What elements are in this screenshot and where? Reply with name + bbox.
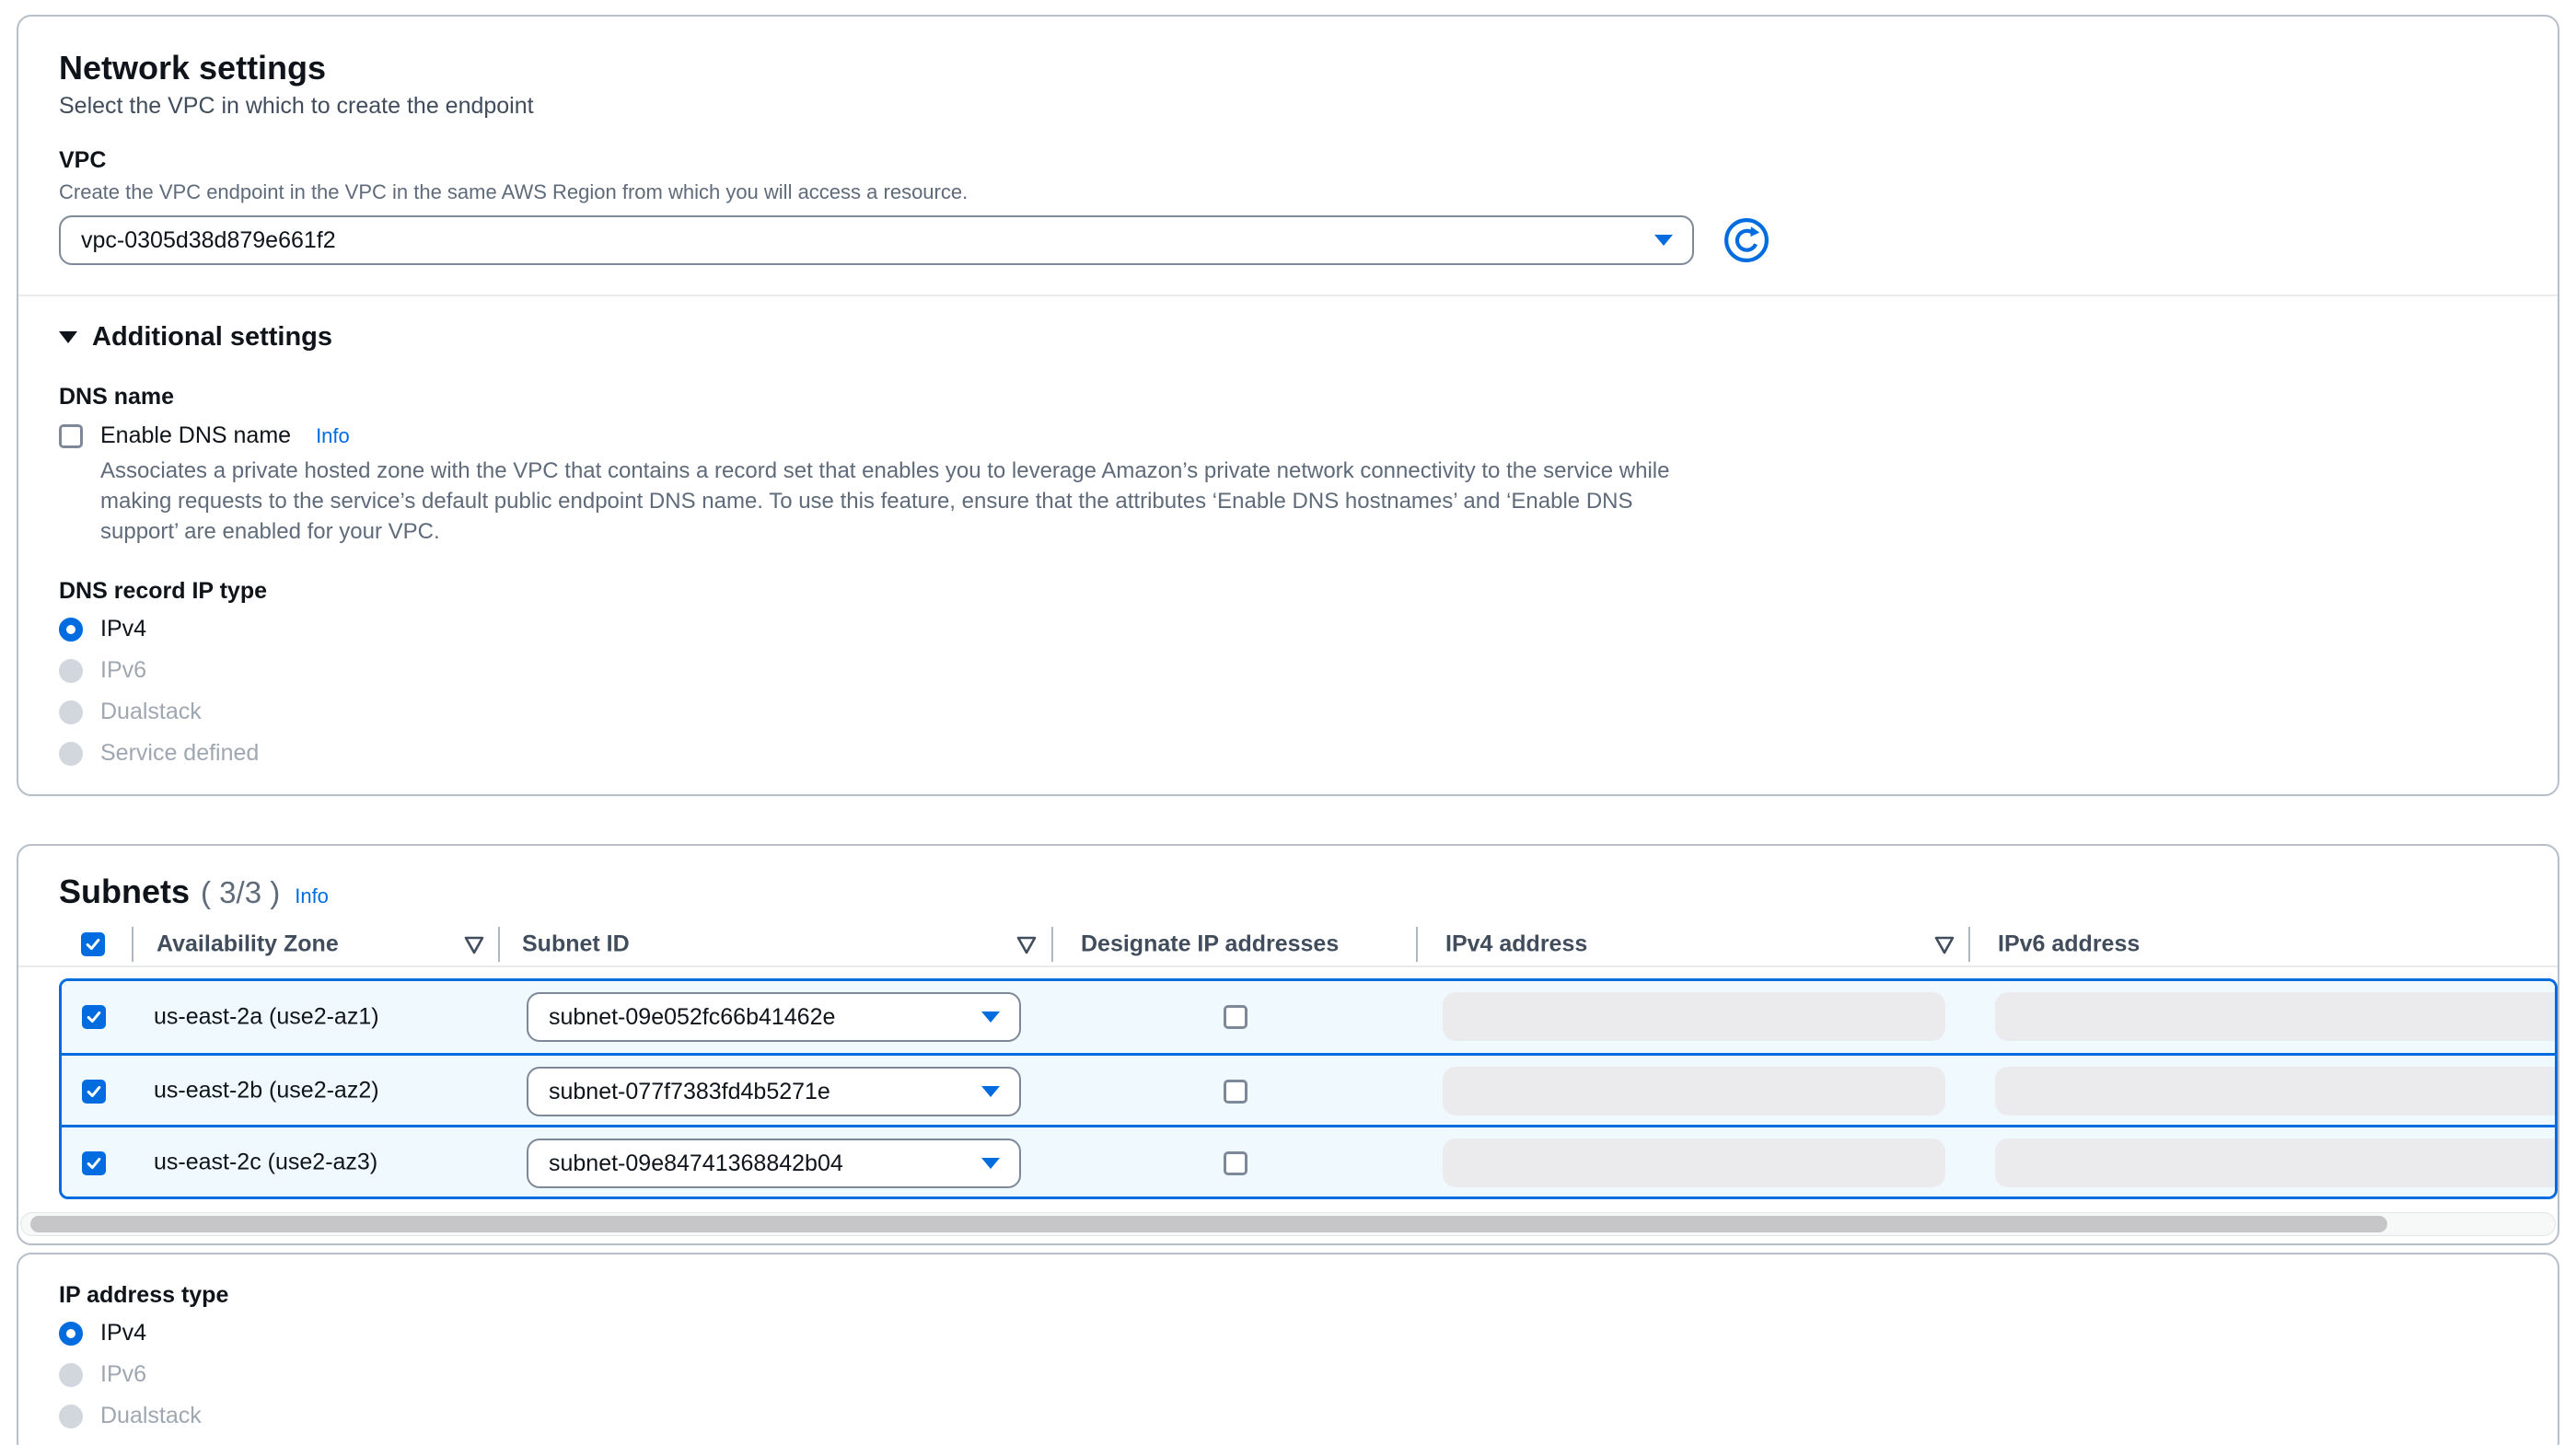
vpc-label: VPC: [59, 147, 2517, 174]
designate-ip-checkbox[interactable]: [1224, 1080, 1247, 1104]
dns-name-help-text: Associates a private hosted zone with th…: [100, 456, 1698, 547]
dns-record-ip-type-label: DNS record IP type: [59, 578, 2517, 605]
dns-name-label: DNS name: [59, 384, 2517, 410]
chevron-down-icon: [981, 1157, 1001, 1170]
ipv6-address-field: [1995, 1139, 2558, 1187]
filter-icon[interactable]: [1933, 935, 1955, 955]
ipv4-address-field: [1443, 1139, 1945, 1187]
subnet-id-select-value: subnet-09e052fc66b41462e: [549, 1004, 835, 1031]
row-checkbox[interactable]: [82, 1005, 106, 1029]
column-separator: [1416, 927, 1418, 962]
section-divider: [18, 295, 2558, 296]
network-settings-subtitle: Select the VPC in which to create the en…: [59, 93, 2517, 120]
radio-label: IPv6: [100, 1361, 146, 1388]
table-row: us-east-2a (use2-az1) subnet-09e052fc66b4…: [62, 981, 2555, 1053]
radio-icon: [59, 1405, 83, 1428]
column-header-designate-ip[interactable]: Designate IP addresses: [1081, 931, 1339, 958]
designate-ip-checkbox[interactable]: [1224, 1005, 1247, 1029]
subnets-title: Subnets: [59, 872, 190, 912]
chevron-down-icon: [59, 331, 77, 343]
subnets-info-link[interactable]: Info: [295, 884, 329, 908]
chevron-down-icon: [981, 1085, 1001, 1098]
dns-record-ip-type-radio-ipv6: IPv6: [59, 657, 2517, 684]
subnets-header: Subnets ( 3/3 ) Info: [18, 872, 2558, 912]
availability-zone-cell: us-east-2b (use2-az2): [154, 1077, 379, 1104]
column-header-subnet-id[interactable]: Subnet ID: [522, 931, 630, 958]
subnet-id-select-value: subnet-077f7383fd4b5271e: [549, 1079, 830, 1105]
radio-icon: [59, 659, 83, 683]
subnets-card: Subnets ( 3/3 ) Info Availability Zone S…: [17, 844, 2559, 1245]
row-checkbox[interactable]: [82, 1080, 106, 1104]
enable-dns-row: Enable DNS name Info: [59, 422, 2517, 449]
ip-address-type-radio-ipv4[interactable]: IPv4: [59, 1320, 2517, 1347]
ip-address-type-radio-ipv6: IPv6: [59, 1361, 2517, 1388]
vpc-select-value: vpc-0305d38d879e661f2: [81, 227, 336, 254]
additional-settings-label: Additional settings: [92, 322, 332, 353]
subnet-id-select[interactable]: subnet-077f7383fd4b5271e: [527, 1067, 1021, 1116]
table-row: us-east-2b (use2-az2) subnet-077f7383fd4b…: [62, 1053, 2555, 1125]
vpc-select[interactable]: vpc-0305d38d879e661f2: [59, 215, 1694, 265]
ipv4-address-field: [1443, 992, 1945, 1041]
radio-label: IPv4: [100, 1320, 146, 1347]
row-checkbox[interactable]: [82, 1151, 106, 1175]
radio-label: IPv4: [100, 616, 146, 642]
filter-icon[interactable]: [1015, 935, 1038, 955]
ipv6-address-field: [1995, 992, 2558, 1041]
horizontal-scrollbar-track: [20, 1212, 2556, 1236]
availability-zone-cell: us-east-2a (use2-az1): [154, 1004, 379, 1031]
network-settings-card: Network settings Select the VPC in which…: [17, 15, 2559, 796]
radio-label: Dualstack: [100, 699, 202, 725]
subnet-id-select[interactable]: subnet-09e052fc66b41462e: [527, 992, 1021, 1042]
subnets-table-header: Availability Zone Subnet ID Designate IP…: [18, 923, 2558, 967]
enable-dns-checkbox[interactable]: [59, 424, 83, 448]
chevron-down-icon: [1654, 234, 1674, 247]
column-header-ipv6-address[interactable]: IPv6 address: [1998, 931, 2140, 958]
radio-selected-icon[interactable]: [59, 1322, 83, 1346]
table-row: us-east-2c (use2-az3) subnet-09e847413688…: [62, 1125, 2555, 1196]
column-separator: [498, 927, 500, 962]
dns-record-ip-type-radio-ipv4[interactable]: IPv4: [59, 616, 2517, 642]
dns-record-ip-type-radio-service-defined: Service defined: [59, 740, 2517, 767]
subnets-count: ( 3/3 ): [201, 875, 280, 910]
ipv6-address-field: [1995, 1067, 2558, 1116]
radio-icon: [59, 1363, 83, 1387]
radio-icon: [59, 700, 83, 724]
ip-address-type-radio-dualstack: Dualstack: [59, 1403, 2517, 1429]
dns-name-info-link[interactable]: Info: [316, 424, 350, 448]
refresh-button[interactable]: [1723, 217, 1770, 263]
enable-dns-checkbox-label: Enable DNS name: [100, 422, 291, 449]
select-all-checkbox[interactable]: [81, 932, 105, 956]
radio-label: Service defined: [100, 740, 259, 767]
subnet-id-select[interactable]: subnet-09e84741368842b04: [527, 1139, 1021, 1188]
vpc-description: Create the VPC endpoint in the VPC in th…: [59, 180, 2517, 204]
column-separator: [1968, 927, 1970, 962]
ipv4-address-field: [1443, 1067, 1945, 1116]
vpc-row: vpc-0305d38d879e661f2: [59, 215, 2517, 265]
chevron-down-icon: [981, 1011, 1001, 1023]
subnets-table-body: us-east-2a (use2-az1) subnet-09e052fc66b4…: [59, 978, 2558, 1199]
radio-label: Dualstack: [100, 1403, 202, 1429]
radio-icon: [59, 742, 83, 766]
column-header-availability-zone[interactable]: Availability Zone: [157, 931, 339, 958]
additional-settings-expander[interactable]: Additional settings: [59, 322, 2517, 353]
radio-label: IPv6: [100, 657, 146, 684]
refresh-icon: [1723, 252, 1770, 266]
designate-ip-checkbox[interactable]: [1224, 1151, 1247, 1175]
dns-record-ip-type-radio-group: IPv4 IPv6 Dualstack Service defined: [59, 616, 2517, 767]
horizontal-scrollbar-thumb[interactable]: [30, 1216, 2387, 1232]
dns-record-ip-type-radio-dualstack: Dualstack: [59, 699, 2517, 725]
column-separator: [132, 927, 133, 962]
ip-address-type-card: IP address type IPv4 IPv6 Dualstack: [17, 1253, 2559, 1445]
column-header-ipv4-address[interactable]: IPv4 address: [1445, 931, 1587, 958]
column-separator: [1051, 927, 1053, 962]
radio-selected-icon[interactable]: [59, 618, 83, 642]
ip-address-type-label: IP address type: [59, 1282, 2517, 1309]
subnet-id-select-value: subnet-09e84741368842b04: [549, 1150, 843, 1177]
network-settings-title: Network settings: [59, 48, 2517, 88]
ip-address-type-radio-group: IPv4 IPv6 Dualstack: [59, 1320, 2517, 1429]
availability-zone-cell: us-east-2c (use2-az3): [154, 1149, 377, 1175]
filter-icon[interactable]: [463, 935, 485, 955]
